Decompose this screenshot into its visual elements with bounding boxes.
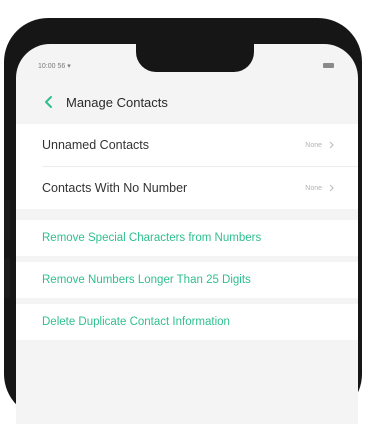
action-label: Remove Special Characters from Numbers bbox=[42, 232, 262, 244]
row-value: None bbox=[305, 184, 322, 192]
actions-list: Remove Special Characters from Numbers R… bbox=[16, 220, 358, 340]
screen: 10:00 56 ▾ Manage Contacts Unnamed Conta… bbox=[16, 44, 358, 424]
page-title: Manage Contacts bbox=[66, 95, 168, 110]
action-label: Remove Numbers Longer Than 25 Digits bbox=[42, 274, 251, 286]
status-time: 10:00 56 ▾ bbox=[38, 63, 71, 70]
side-button bbox=[4, 258, 10, 298]
remove-long-numbers-action[interactable]: Remove Numbers Longer Than 25 Digits bbox=[16, 262, 358, 298]
phone-frame: 10:00 56 ▾ Manage Contacts Unnamed Conta… bbox=[4, 18, 362, 424]
row-value: None bbox=[305, 141, 322, 149]
chevron-right-icon bbox=[329, 141, 334, 149]
notch bbox=[136, 44, 254, 72]
chevron-right-icon bbox=[329, 184, 334, 192]
page-header: Manage Contacts bbox=[16, 82, 358, 122]
delete-duplicates-action[interactable]: Delete Duplicate Contact Information bbox=[16, 304, 358, 340]
battery-icon bbox=[323, 63, 334, 68]
row-label: Unnamed Contacts bbox=[42, 138, 150, 152]
side-button bbox=[4, 200, 10, 240]
settings-card: Unnamed Contacts None Contacts With No N… bbox=[16, 124, 358, 209]
remove-special-characters-action[interactable]: Remove Special Characters from Numbers bbox=[16, 220, 358, 256]
row-label: Contacts With No Number bbox=[42, 181, 188, 195]
action-label: Delete Duplicate Contact Information bbox=[42, 316, 230, 328]
no-number-contacts-row[interactable]: Contacts With No Number None bbox=[16, 167, 358, 209]
unnamed-contacts-row[interactable]: Unnamed Contacts None bbox=[16, 124, 358, 166]
back-icon[interactable] bbox=[42, 94, 56, 110]
